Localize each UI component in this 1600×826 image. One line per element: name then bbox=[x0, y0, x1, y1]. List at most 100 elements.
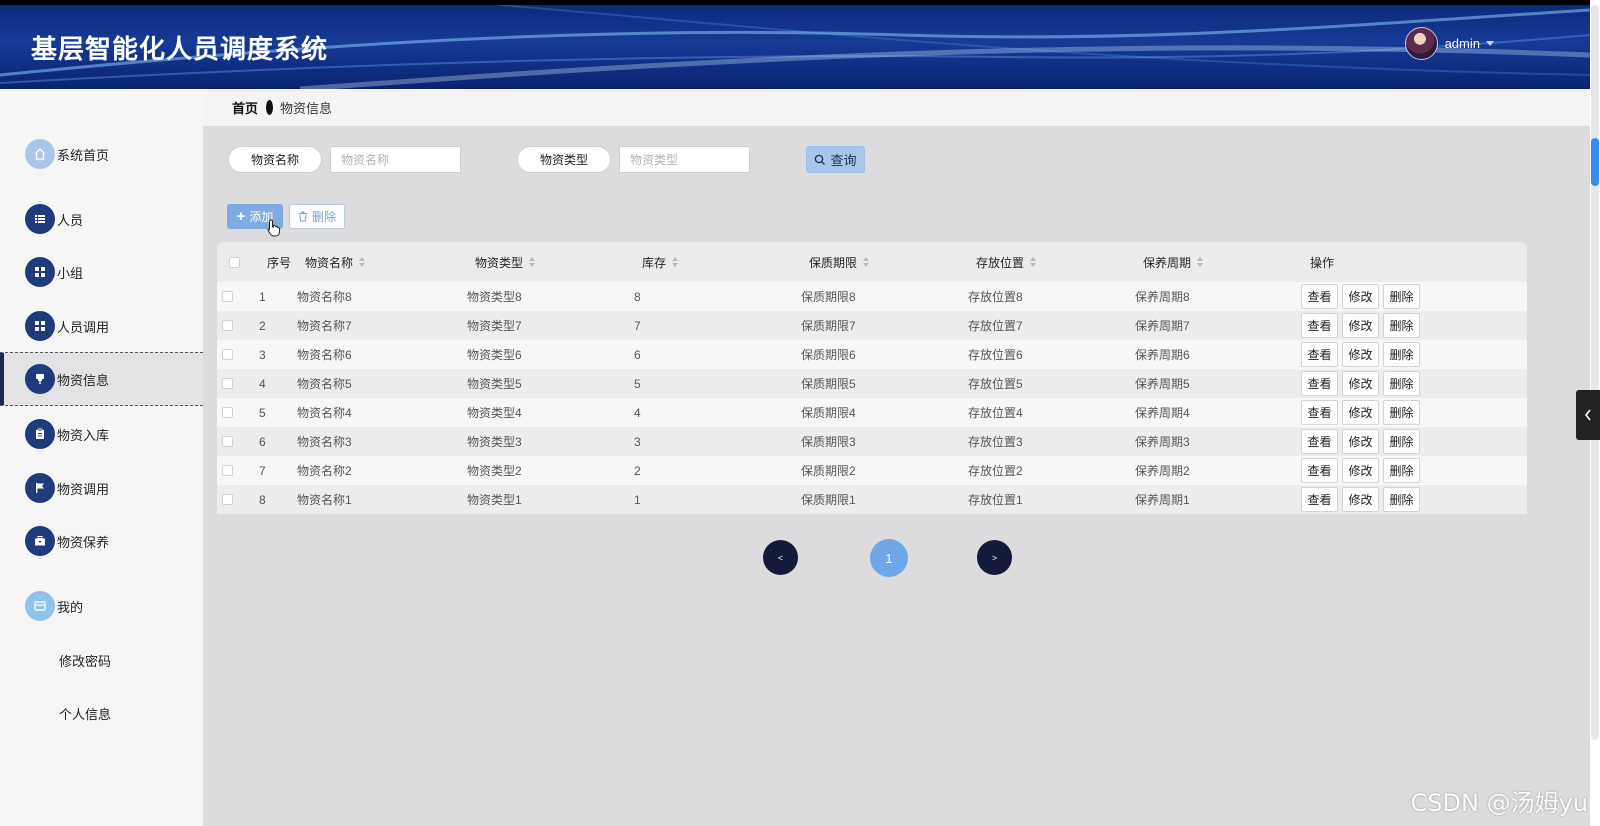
cell-shelf-life: 保质期限5 bbox=[801, 377, 856, 391]
pagination-page-current[interactable]: 1 bbox=[870, 539, 908, 577]
column-header-name[interactable]: 物资名称 bbox=[305, 254, 366, 271]
sort-icon[interactable] bbox=[529, 257, 536, 267]
row-checkbox[interactable] bbox=[222, 456, 233, 485]
cell-maintenance-cycle: 保养周期1 bbox=[1135, 493, 1190, 507]
column-header-location[interactable]: 存放位置 bbox=[976, 254, 1037, 271]
row-actions: 查看 修改 删除 bbox=[1301, 456, 1424, 485]
edit-button[interactable]: 修改 bbox=[1342, 458, 1379, 483]
batch-delete-button[interactable]: 删除 bbox=[289, 204, 345, 229]
cell-maintenance-cycle: 保养周期3 bbox=[1135, 435, 1190, 449]
view-button[interactable]: 查看 bbox=[1301, 313, 1338, 338]
sidebar-item-material-dispatch[interactable]: 物资调用 bbox=[0, 461, 203, 515]
cell-no: 8 bbox=[259, 492, 266, 507]
side-panel-toggle[interactable] bbox=[1576, 390, 1600, 440]
delete-button[interactable]: 删除 bbox=[1383, 487, 1420, 512]
pagination-next-button[interactable]: > bbox=[977, 540, 1012, 575]
select-all-checkbox[interactable] bbox=[229, 256, 240, 268]
column-header-stock[interactable]: 库存 bbox=[642, 254, 679, 271]
cell-name: 物资名称3 bbox=[297, 435, 352, 449]
column-header-shelf-life[interactable]: 保质期限 bbox=[809, 254, 870, 271]
material-type-input[interactable] bbox=[619, 146, 750, 173]
delete-button[interactable]: 删除 bbox=[1383, 429, 1420, 454]
sidebar-item-material-maintenance[interactable]: 物资保养 bbox=[0, 514, 203, 568]
sidebar-item-home[interactable]: 系统首页 bbox=[0, 127, 203, 181]
scrollbar-thumb[interactable] bbox=[1591, 5, 1599, 740]
table-row: 4 物资名称5 物资类型5 5 保质期限5 存放位置5 保养周期5 查看 修改 删除 bbox=[217, 369, 1527, 398]
home-icon bbox=[25, 139, 55, 169]
sort-icon[interactable] bbox=[1030, 257, 1037, 267]
row-checkbox[interactable] bbox=[222, 311, 233, 340]
sidebar-item-mine[interactable]: 我的 bbox=[0, 579, 203, 633]
column-header-maintenance-cycle[interactable]: 保养周期 bbox=[1143, 254, 1204, 271]
view-button[interactable]: 查看 bbox=[1301, 458, 1338, 483]
user-avatar[interactable] bbox=[1404, 27, 1438, 60]
cell-stock: 4 bbox=[634, 405, 641, 420]
row-checkbox[interactable] bbox=[222, 485, 233, 514]
chevron-left-icon bbox=[1584, 409, 1591, 421]
sidebar-subitem-profile[interactable]: 个人信息 bbox=[59, 704, 111, 723]
username[interactable]: admin bbox=[1445, 36, 1480, 51]
delete-button[interactable]: 删除 bbox=[1383, 284, 1420, 309]
delete-button[interactable]: 删除 bbox=[1383, 400, 1420, 425]
row-checkbox[interactable] bbox=[222, 369, 233, 398]
edit-button[interactable]: 修改 bbox=[1342, 371, 1379, 396]
cell-stock: 7 bbox=[634, 318, 641, 333]
cell-shelf-life: 保质期限2 bbox=[801, 464, 856, 478]
cell-stock: 1 bbox=[634, 492, 641, 507]
delete-button[interactable]: 删除 bbox=[1383, 342, 1420, 367]
view-button[interactable]: 查看 bbox=[1301, 429, 1338, 454]
view-button[interactable]: 查看 bbox=[1301, 371, 1338, 396]
cell-type: 物资类型4 bbox=[467, 406, 522, 420]
cell-maintenance-cycle: 保养周期6 bbox=[1135, 348, 1190, 362]
cell-maintenance-cycle: 保养周期2 bbox=[1135, 464, 1190, 478]
view-button[interactable]: 查看 bbox=[1301, 342, 1338, 367]
delete-button[interactable]: 删除 bbox=[1383, 371, 1420, 396]
cell-maintenance-cycle: 保养周期4 bbox=[1135, 406, 1190, 420]
sort-icon[interactable] bbox=[359, 257, 366, 267]
sort-icon[interactable] bbox=[1197, 257, 1204, 267]
cell-stock: 5 bbox=[634, 376, 641, 391]
row-checkbox[interactable] bbox=[222, 398, 233, 427]
material-name-input[interactable] bbox=[330, 146, 461, 173]
view-button[interactable]: 查看 bbox=[1301, 284, 1338, 309]
sidebar-item-label: 物资保养 bbox=[57, 534, 110, 550]
table-row: 3 物资名称6 物资类型6 6 保质期限6 存放位置6 保养周期6 查看 修改 删除 bbox=[217, 340, 1527, 369]
table-row: 1 物资名称8 物资类型8 8 保质期限8 存放位置8 保养周期8 查看 修改 删除 bbox=[217, 282, 1527, 311]
scrollbar-indicator[interactable] bbox=[1591, 138, 1599, 186]
delete-button[interactable]: 删除 bbox=[1383, 458, 1420, 483]
column-header-no: 序号 bbox=[267, 255, 292, 270]
table-row: 2 物资名称7 物资类型7 7 保质期限7 存放位置7 保养周期7 查看 修改 删除 bbox=[217, 311, 1527, 340]
row-checkbox[interactable] bbox=[222, 282, 233, 311]
cell-shelf-life: 保质期限6 bbox=[801, 348, 856, 362]
query-button[interactable]: 查询 bbox=[806, 146, 865, 173]
briefcase-icon bbox=[25, 526, 55, 556]
column-header-type[interactable]: 物资类型 bbox=[475, 254, 536, 271]
sort-icon[interactable] bbox=[672, 257, 679, 267]
sidebar-item-personnel-dispatch[interactable]: 人员调用 bbox=[0, 299, 203, 353]
sidebar-item-group[interactable]: 小组 bbox=[0, 245, 203, 299]
sidebar-item-personnel[interactable]: 人员 bbox=[0, 192, 203, 246]
edit-button[interactable]: 修改 bbox=[1342, 284, 1379, 309]
sidebar-item-material-stock-in[interactable]: 物资入库 bbox=[0, 407, 203, 461]
edit-button[interactable]: 修改 bbox=[1342, 429, 1379, 454]
cell-name: 物资名称1 bbox=[297, 493, 352, 507]
breadcrumb-home[interactable]: 首页 bbox=[232, 98, 258, 117]
edit-button[interactable]: 修改 bbox=[1342, 487, 1379, 512]
row-checkbox[interactable] bbox=[222, 340, 233, 369]
sidebar-subitem-change-password[interactable]: 修改密码 bbox=[59, 651, 111, 670]
column-header-actions: 操作 bbox=[1310, 255, 1335, 270]
view-button[interactable]: 查看 bbox=[1301, 487, 1338, 512]
pagination-prev-button[interactable]: < bbox=[763, 540, 798, 575]
delete-button[interactable]: 删除 bbox=[1383, 313, 1420, 338]
view-button[interactable]: 查看 bbox=[1301, 400, 1338, 425]
edit-button[interactable]: 修改 bbox=[1342, 342, 1379, 367]
caret-down-icon[interactable] bbox=[1486, 41, 1494, 46]
row-actions: 查看 修改 删除 bbox=[1301, 311, 1424, 340]
user-menu[interactable]: admin bbox=[1404, 27, 1494, 60]
cell-shelf-life: 保质期限4 bbox=[801, 406, 856, 420]
row-checkbox[interactable] bbox=[222, 427, 233, 456]
sort-icon[interactable] bbox=[863, 257, 870, 267]
sidebar-item-material-info[interactable]: 物资信息 bbox=[0, 352, 203, 406]
edit-button[interactable]: 修改 bbox=[1342, 400, 1379, 425]
edit-button[interactable]: 修改 bbox=[1342, 313, 1379, 338]
